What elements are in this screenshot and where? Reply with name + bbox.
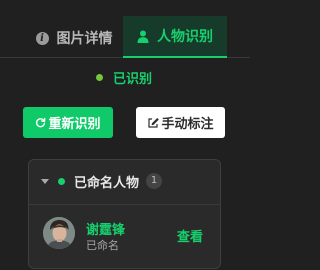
count-badge: 1 xyxy=(146,173,163,189)
view-person-link[interactable]: 查看 xyxy=(177,226,203,245)
group-dot xyxy=(58,177,65,185)
named-people-panel: 已命名人物 1 谢霆锋 已命名 查看 xyxy=(28,159,221,269)
tab-bar: i 图片详情 人物识别 xyxy=(0,0,250,58)
edit-icon xyxy=(147,117,160,129)
info-icon: i xyxy=(35,31,49,45)
reidentify-button[interactable]: 重新识别 xyxy=(23,107,113,138)
person-status: 已命名 xyxy=(86,239,119,252)
tab-label: 人物识别 xyxy=(157,29,213,45)
recognition-status: 已识别 xyxy=(96,68,152,87)
group-title: 已命名人物 xyxy=(74,175,140,191)
manual-tag-button[interactable]: 手动标注 xyxy=(136,107,225,138)
avatar xyxy=(43,217,75,249)
refresh-icon xyxy=(35,117,46,128)
tab-label: 图片详情 xyxy=(56,31,113,47)
person-name[interactable]: 谢霆锋 xyxy=(86,219,125,238)
named-people-header[interactable]: 已命名人物 1 xyxy=(41,170,163,192)
status-label: 已识别 xyxy=(113,72,153,87)
manual-tag-label: 手动标注 xyxy=(161,117,214,132)
tab-image-details[interactable]: i 图片详情 xyxy=(28,18,120,58)
reidentify-label: 重新识别 xyxy=(48,117,101,132)
divider xyxy=(29,204,220,205)
person-icon xyxy=(137,30,149,43)
status-dot xyxy=(96,74,103,81)
tab-person-recognition[interactable]: 人物识别 xyxy=(123,16,227,58)
chevron-down-icon xyxy=(41,178,49,184)
